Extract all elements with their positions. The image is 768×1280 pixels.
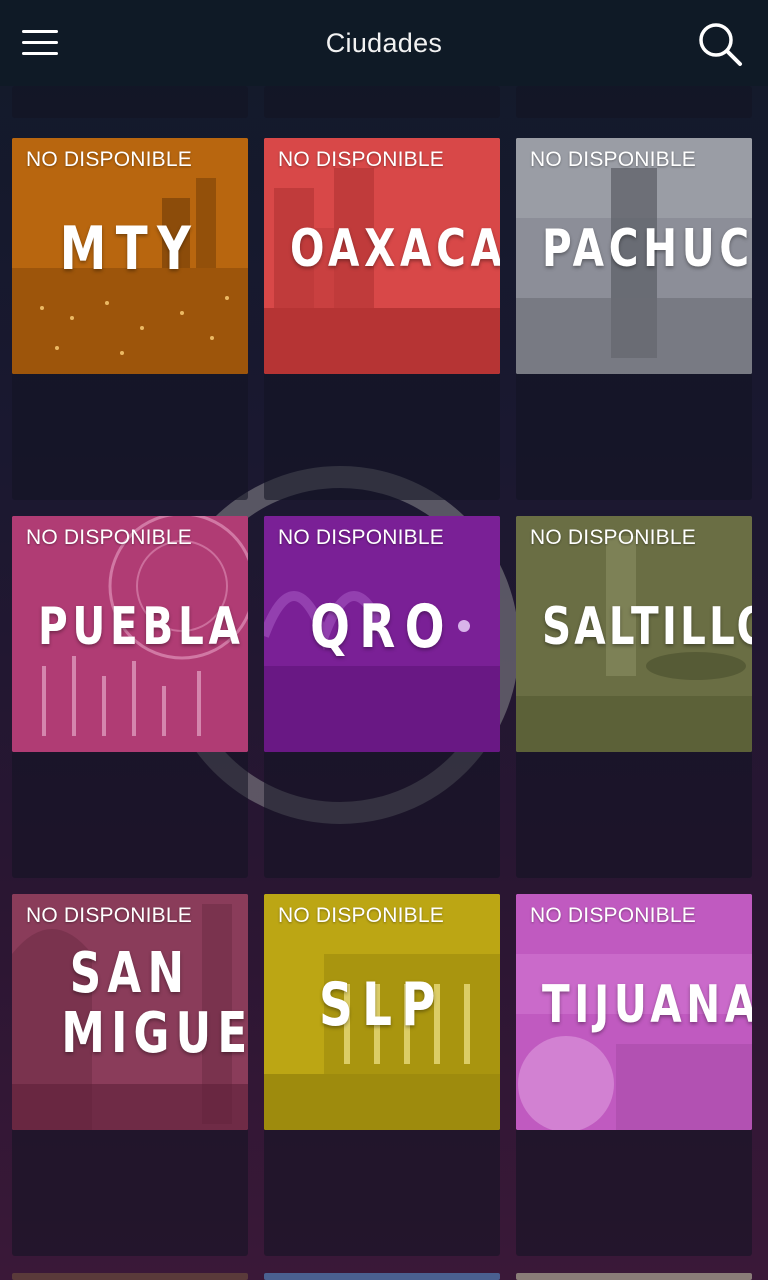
search-icon[interactable] — [696, 20, 744, 68]
availability-label: NO DISPONIBLE — [530, 526, 696, 549]
city-name: SALTILLO — [541, 597, 752, 657]
availability-label: NO DISPONIBLE — [278, 904, 444, 927]
page-title: Ciudades — [325, 28, 443, 58]
city-image: NO DISPONIBLE PACHUCA — [516, 138, 752, 374]
availability-label: NO DISPONIBLE — [530, 904, 696, 927]
city-card-qro[interactable]: NO DISPONIBLE QRO — [264, 516, 500, 878]
availability-label: NO DISPONIBLE — [278, 148, 444, 171]
city-card-slp[interactable]: NO DISPONIBLE SLP — [264, 894, 500, 1256]
city-name: TIJUANA — [541, 975, 752, 1035]
city-card-san-miguel[interactable]: NO DISPONIBLE SAN MIGUEL — [12, 894, 248, 1256]
availability-label: NO DISPONIBLE — [26, 904, 192, 927]
city-image: NO DISPONIBLE SLP — [264, 894, 500, 1130]
city-card-puebla[interactable]: NO DISPONIBLE PUEBLA — [12, 516, 248, 878]
city-name: OAXACA — [289, 219, 500, 279]
city-image: NO DISPONIBLE PUEBLA — [12, 516, 248, 752]
city-name: QRO — [310, 592, 454, 662]
city-card-saltillo[interactable]: NO DISPONIBLE SALTILLO — [516, 516, 752, 878]
city-card-pachuca[interactable]: NO DISPONIBLE PACHUCA — [516, 138, 752, 500]
grid-cell-partial — [12, 1273, 248, 1280]
city-name: PUEBLA — [37, 597, 245, 657]
availability-label: NO DISPONIBLE — [530, 148, 696, 171]
availability-label: NO DISPONIBLE — [278, 526, 444, 549]
city-image: NO DISPONIBLE SALTILLO — [516, 516, 752, 752]
city-name: SLP — [319, 970, 445, 1040]
city-image: NO DISPONIBLE SAN MIGUEL — [12, 894, 248, 1130]
city-name: MTY — [59, 214, 201, 284]
city-card-tijuana[interactable]: NO DISPONIBLE TIJUANA — [516, 894, 752, 1256]
city-name: PACHUCA — [541, 219, 752, 279]
grid-cell-partial — [264, 86, 500, 118]
city-image: NO DISPONIBLE QRO — [264, 516, 500, 752]
grid-cell-partial — [264, 1273, 500, 1280]
app-header: Ciudades — [0, 0, 768, 86]
availability-label: NO DISPONIBLE — [26, 526, 192, 549]
city-image: NO DISPONIBLE OAXACA — [264, 138, 500, 374]
grid-cell-partial — [516, 86, 752, 118]
city-name: SAN MIGUEL — [61, 941, 248, 1066]
city-image: NO DISPONIBLE MTY — [12, 138, 248, 374]
city-image: NO DISPONIBLE TIJUANA — [516, 894, 752, 1130]
city-card-mty[interactable]: NO DISPONIBLE MTY — [12, 138, 248, 500]
grid-cell-partial — [516, 1273, 752, 1280]
availability-label: NO DISPONIBLE — [26, 148, 192, 171]
city-card-oaxaca[interactable]: NO DISPONIBLE OAXACA — [264, 138, 500, 500]
grid-cell-partial — [12, 86, 248, 118]
